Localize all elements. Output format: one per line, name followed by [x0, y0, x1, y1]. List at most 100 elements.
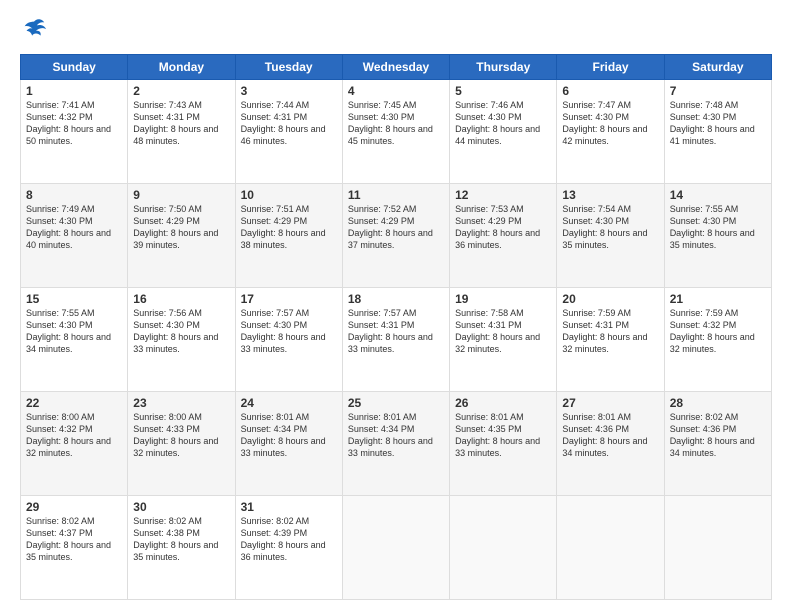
cell-info: Sunrise: 7:53 AM Sunset: 4:29 PM Dayligh…	[455, 203, 551, 252]
cell-info: Sunrise: 7:54 AM Sunset: 4:30 PM Dayligh…	[562, 203, 658, 252]
calendar-cell: 3 Sunrise: 7:44 AM Sunset: 4:31 PM Dayli…	[235, 80, 342, 184]
day-number: 23	[133, 396, 229, 410]
cell-info: Sunrise: 8:02 AM Sunset: 4:36 PM Dayligh…	[670, 411, 766, 460]
day-number: 13	[562, 188, 658, 202]
day-number: 22	[26, 396, 122, 410]
page: SundayMondayTuesdayWednesdayThursdayFrid…	[0, 0, 792, 612]
day-number: 14	[670, 188, 766, 202]
calendar-header-row: SundayMondayTuesdayWednesdayThursdayFrid…	[21, 55, 772, 80]
weekday-header-sunday: Sunday	[21, 55, 128, 80]
calendar-cell: 22 Sunrise: 8:00 AM Sunset: 4:32 PM Dayl…	[21, 392, 128, 496]
day-number: 7	[670, 84, 766, 98]
day-number: 18	[348, 292, 444, 306]
cell-info: Sunrise: 7:59 AM Sunset: 4:31 PM Dayligh…	[562, 307, 658, 356]
weekday-header-wednesday: Wednesday	[342, 55, 449, 80]
cell-info: Sunrise: 7:49 AM Sunset: 4:30 PM Dayligh…	[26, 203, 122, 252]
cell-info: Sunrise: 8:00 AM Sunset: 4:33 PM Dayligh…	[133, 411, 229, 460]
calendar-cell	[664, 496, 771, 600]
day-number: 20	[562, 292, 658, 306]
calendar-cell: 6 Sunrise: 7:47 AM Sunset: 4:30 PM Dayli…	[557, 80, 664, 184]
cell-info: Sunrise: 7:43 AM Sunset: 4:31 PM Dayligh…	[133, 99, 229, 148]
day-number: 10	[241, 188, 337, 202]
calendar-cell: 14 Sunrise: 7:55 AM Sunset: 4:30 PM Dayl…	[664, 184, 771, 288]
calendar-cell: 25 Sunrise: 8:01 AM Sunset: 4:34 PM Dayl…	[342, 392, 449, 496]
cell-info: Sunrise: 7:44 AM Sunset: 4:31 PM Dayligh…	[241, 99, 337, 148]
day-number: 4	[348, 84, 444, 98]
day-number: 28	[670, 396, 766, 410]
calendar-cell: 8 Sunrise: 7:49 AM Sunset: 4:30 PM Dayli…	[21, 184, 128, 288]
cell-info: Sunrise: 7:59 AM Sunset: 4:32 PM Dayligh…	[670, 307, 766, 356]
cell-info: Sunrise: 8:01 AM Sunset: 4:36 PM Dayligh…	[562, 411, 658, 460]
calendar-week-1: 1 Sunrise: 7:41 AM Sunset: 4:32 PM Dayli…	[21, 80, 772, 184]
day-number: 29	[26, 500, 122, 514]
cell-info: Sunrise: 7:57 AM Sunset: 4:31 PM Dayligh…	[348, 307, 444, 356]
calendar-cell: 9 Sunrise: 7:50 AM Sunset: 4:29 PM Dayli…	[128, 184, 235, 288]
calendar-cell: 4 Sunrise: 7:45 AM Sunset: 4:30 PM Dayli…	[342, 80, 449, 184]
cell-info: Sunrise: 8:02 AM Sunset: 4:38 PM Dayligh…	[133, 515, 229, 564]
cell-info: Sunrise: 7:56 AM Sunset: 4:30 PM Dayligh…	[133, 307, 229, 356]
calendar-cell: 5 Sunrise: 7:46 AM Sunset: 4:30 PM Dayli…	[450, 80, 557, 184]
calendar-cell	[342, 496, 449, 600]
cell-info: Sunrise: 8:01 AM Sunset: 4:35 PM Dayligh…	[455, 411, 551, 460]
calendar-cell	[450, 496, 557, 600]
day-number: 11	[348, 188, 444, 202]
calendar-cell: 15 Sunrise: 7:55 AM Sunset: 4:30 PM Dayl…	[21, 288, 128, 392]
calendar-cell: 12 Sunrise: 7:53 AM Sunset: 4:29 PM Dayl…	[450, 184, 557, 288]
weekday-header-saturday: Saturday	[664, 55, 771, 80]
day-number: 31	[241, 500, 337, 514]
day-number: 30	[133, 500, 229, 514]
cell-info: Sunrise: 7:52 AM Sunset: 4:29 PM Dayligh…	[348, 203, 444, 252]
day-number: 25	[348, 396, 444, 410]
cell-info: Sunrise: 7:41 AM Sunset: 4:32 PM Dayligh…	[26, 99, 122, 148]
calendar-cell	[557, 496, 664, 600]
calendar-cell: 21 Sunrise: 7:59 AM Sunset: 4:32 PM Dayl…	[664, 288, 771, 392]
calendar-cell: 19 Sunrise: 7:58 AM Sunset: 4:31 PM Dayl…	[450, 288, 557, 392]
cell-info: Sunrise: 8:02 AM Sunset: 4:37 PM Dayligh…	[26, 515, 122, 564]
weekday-header-friday: Friday	[557, 55, 664, 80]
day-number: 6	[562, 84, 658, 98]
calendar-week-5: 29 Sunrise: 8:02 AM Sunset: 4:37 PM Dayl…	[21, 496, 772, 600]
calendar-cell: 10 Sunrise: 7:51 AM Sunset: 4:29 PM Dayl…	[235, 184, 342, 288]
calendar-cell: 31 Sunrise: 8:02 AM Sunset: 4:39 PM Dayl…	[235, 496, 342, 600]
cell-info: Sunrise: 7:47 AM Sunset: 4:30 PM Dayligh…	[562, 99, 658, 148]
cell-info: Sunrise: 7:55 AM Sunset: 4:30 PM Dayligh…	[26, 307, 122, 356]
day-number: 2	[133, 84, 229, 98]
calendar-cell: 1 Sunrise: 7:41 AM Sunset: 4:32 PM Dayli…	[21, 80, 128, 184]
calendar-cell: 24 Sunrise: 8:01 AM Sunset: 4:34 PM Dayl…	[235, 392, 342, 496]
cell-info: Sunrise: 8:01 AM Sunset: 4:34 PM Dayligh…	[348, 411, 444, 460]
header	[20, 16, 772, 44]
cell-info: Sunrise: 7:45 AM Sunset: 4:30 PM Dayligh…	[348, 99, 444, 148]
day-number: 26	[455, 396, 551, 410]
cell-info: Sunrise: 7:58 AM Sunset: 4:31 PM Dayligh…	[455, 307, 551, 356]
cell-info: Sunrise: 8:02 AM Sunset: 4:39 PM Dayligh…	[241, 515, 337, 564]
calendar-week-2: 8 Sunrise: 7:49 AM Sunset: 4:30 PM Dayli…	[21, 184, 772, 288]
day-number: 15	[26, 292, 122, 306]
day-number: 21	[670, 292, 766, 306]
day-number: 19	[455, 292, 551, 306]
day-number: 5	[455, 84, 551, 98]
calendar-cell: 20 Sunrise: 7:59 AM Sunset: 4:31 PM Dayl…	[557, 288, 664, 392]
cell-info: Sunrise: 7:50 AM Sunset: 4:29 PM Dayligh…	[133, 203, 229, 252]
day-number: 17	[241, 292, 337, 306]
calendar-week-4: 22 Sunrise: 8:00 AM Sunset: 4:32 PM Dayl…	[21, 392, 772, 496]
weekday-header-tuesday: Tuesday	[235, 55, 342, 80]
calendar-cell: 27 Sunrise: 8:01 AM Sunset: 4:36 PM Dayl…	[557, 392, 664, 496]
day-number: 1	[26, 84, 122, 98]
calendar-cell: 26 Sunrise: 8:01 AM Sunset: 4:35 PM Dayl…	[450, 392, 557, 496]
day-number: 16	[133, 292, 229, 306]
day-number: 8	[26, 188, 122, 202]
calendar-cell: 18 Sunrise: 7:57 AM Sunset: 4:31 PM Dayl…	[342, 288, 449, 392]
cell-info: Sunrise: 8:00 AM Sunset: 4:32 PM Dayligh…	[26, 411, 122, 460]
day-number: 9	[133, 188, 229, 202]
calendar-cell: 7 Sunrise: 7:48 AM Sunset: 4:30 PM Dayli…	[664, 80, 771, 184]
calendar-cell: 13 Sunrise: 7:54 AM Sunset: 4:30 PM Dayl…	[557, 184, 664, 288]
calendar-body: 1 Sunrise: 7:41 AM Sunset: 4:32 PM Dayli…	[21, 80, 772, 600]
cell-info: Sunrise: 7:48 AM Sunset: 4:30 PM Dayligh…	[670, 99, 766, 148]
cell-info: Sunrise: 8:01 AM Sunset: 4:34 PM Dayligh…	[241, 411, 337, 460]
cell-info: Sunrise: 7:55 AM Sunset: 4:30 PM Dayligh…	[670, 203, 766, 252]
calendar-week-3: 15 Sunrise: 7:55 AM Sunset: 4:30 PM Dayl…	[21, 288, 772, 392]
cell-info: Sunrise: 7:51 AM Sunset: 4:29 PM Dayligh…	[241, 203, 337, 252]
day-number: 24	[241, 396, 337, 410]
calendar-cell: 11 Sunrise: 7:52 AM Sunset: 4:29 PM Dayl…	[342, 184, 449, 288]
day-number: 27	[562, 396, 658, 410]
